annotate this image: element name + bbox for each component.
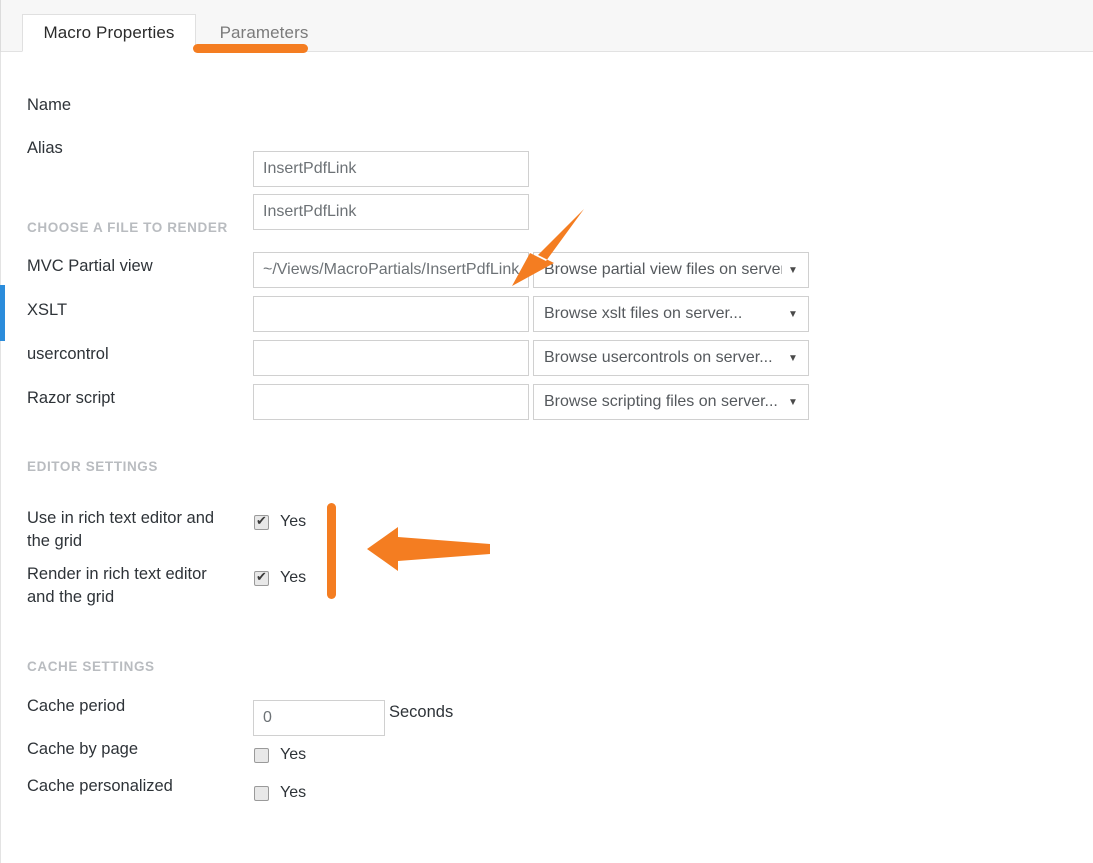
macro-properties-form: Name Alias CHOOSE A FILE TO RENDER MVC P… [0, 52, 1093, 863]
browse-scripting-select[interactable]: Browse scripting files on server... ▼ [533, 384, 809, 420]
cache-personalized-checkbox[interactable] [254, 786, 269, 801]
cache-by-page-label: Cache by page [27, 738, 242, 761]
chevron-down-icon: ▼ [782, 265, 808, 276]
cache-period-input[interactable] [253, 700, 385, 736]
use-in-rich-text-editor-checkbox-label: Yes [280, 513, 306, 531]
browse-xslt-select-label: Browse xslt files on server... [534, 305, 782, 323]
tab-strip: Macro Properties Parameters [0, 0, 1093, 52]
tab-strip-left-edge [0, 0, 1, 52]
cache-period-unit-label: Seconds [389, 703, 453, 722]
render-in-rich-text-editor-checkbox[interactable] [254, 571, 269, 586]
section-title-choose-file: CHOOSE A FILE TO RENDER [27, 220, 228, 235]
tab-macro-properties[interactable]: Macro Properties [22, 14, 196, 52]
annotation-bar-editor-settings [327, 503, 336, 599]
cache-by-page-checkbox[interactable] [254, 748, 269, 763]
annotation-underline-parameters [193, 44, 308, 53]
render-in-rich-text-editor-checkbox-label: Yes [280, 569, 306, 587]
tab-parameters-label: Parameters [220, 23, 309, 43]
xslt-label: XSLT [27, 299, 242, 322]
xslt-input[interactable] [253, 296, 529, 332]
browse-usercontrols-select[interactable]: Browse usercontrols on server... ▼ [533, 340, 809, 376]
mvc-partial-view-input[interactable] [253, 252, 529, 288]
browse-partial-view-select-label: Browse partial view files on server... [534, 261, 782, 279]
razor-script-label: Razor script [27, 387, 242, 410]
section-title-editor-settings: EDITOR SETTINGS [27, 459, 158, 474]
chevron-down-icon: ▼ [782, 397, 808, 408]
tab-macro-properties-label: Macro Properties [43, 23, 174, 43]
browse-usercontrols-select-label: Browse usercontrols on server... [534, 349, 782, 367]
cache-by-page-checkbox-label: Yes [280, 746, 306, 764]
alias-label: Alias [27, 137, 242, 160]
chevron-down-icon: ▼ [782, 353, 808, 364]
cache-personalized-label: Cache personalized [27, 775, 242, 798]
browse-partial-view-select[interactable]: Browse partial view files on server... ▼ [533, 252, 809, 288]
scroll-position-marker[interactable] [0, 285, 5, 341]
mvc-partial-view-label: MVC Partial view [27, 255, 242, 278]
render-in-rich-text-editor-label: Render in rich text editor and the grid [27, 563, 227, 609]
browse-scripting-select-label: Browse scripting files on server... [534, 393, 782, 411]
usercontrol-input[interactable] [253, 340, 529, 376]
razor-script-input[interactable] [253, 384, 529, 420]
usercontrol-label: usercontrol [27, 343, 242, 366]
chevron-down-icon: ▼ [782, 309, 808, 320]
cache-period-label: Cache period [27, 695, 242, 718]
section-title-cache-settings: CACHE SETTINGS [27, 659, 155, 674]
use-in-rich-text-editor-label: Use in rich text editor and the grid [27, 507, 227, 553]
cache-personalized-checkbox-label: Yes [280, 784, 306, 802]
name-label: Name [27, 94, 242, 117]
name-input[interactable] [253, 151, 529, 187]
alias-input[interactable] [253, 194, 529, 230]
browse-xslt-select[interactable]: Browse xslt files on server... ▼ [533, 296, 809, 332]
use-in-rich-text-editor-checkbox[interactable] [254, 515, 269, 530]
